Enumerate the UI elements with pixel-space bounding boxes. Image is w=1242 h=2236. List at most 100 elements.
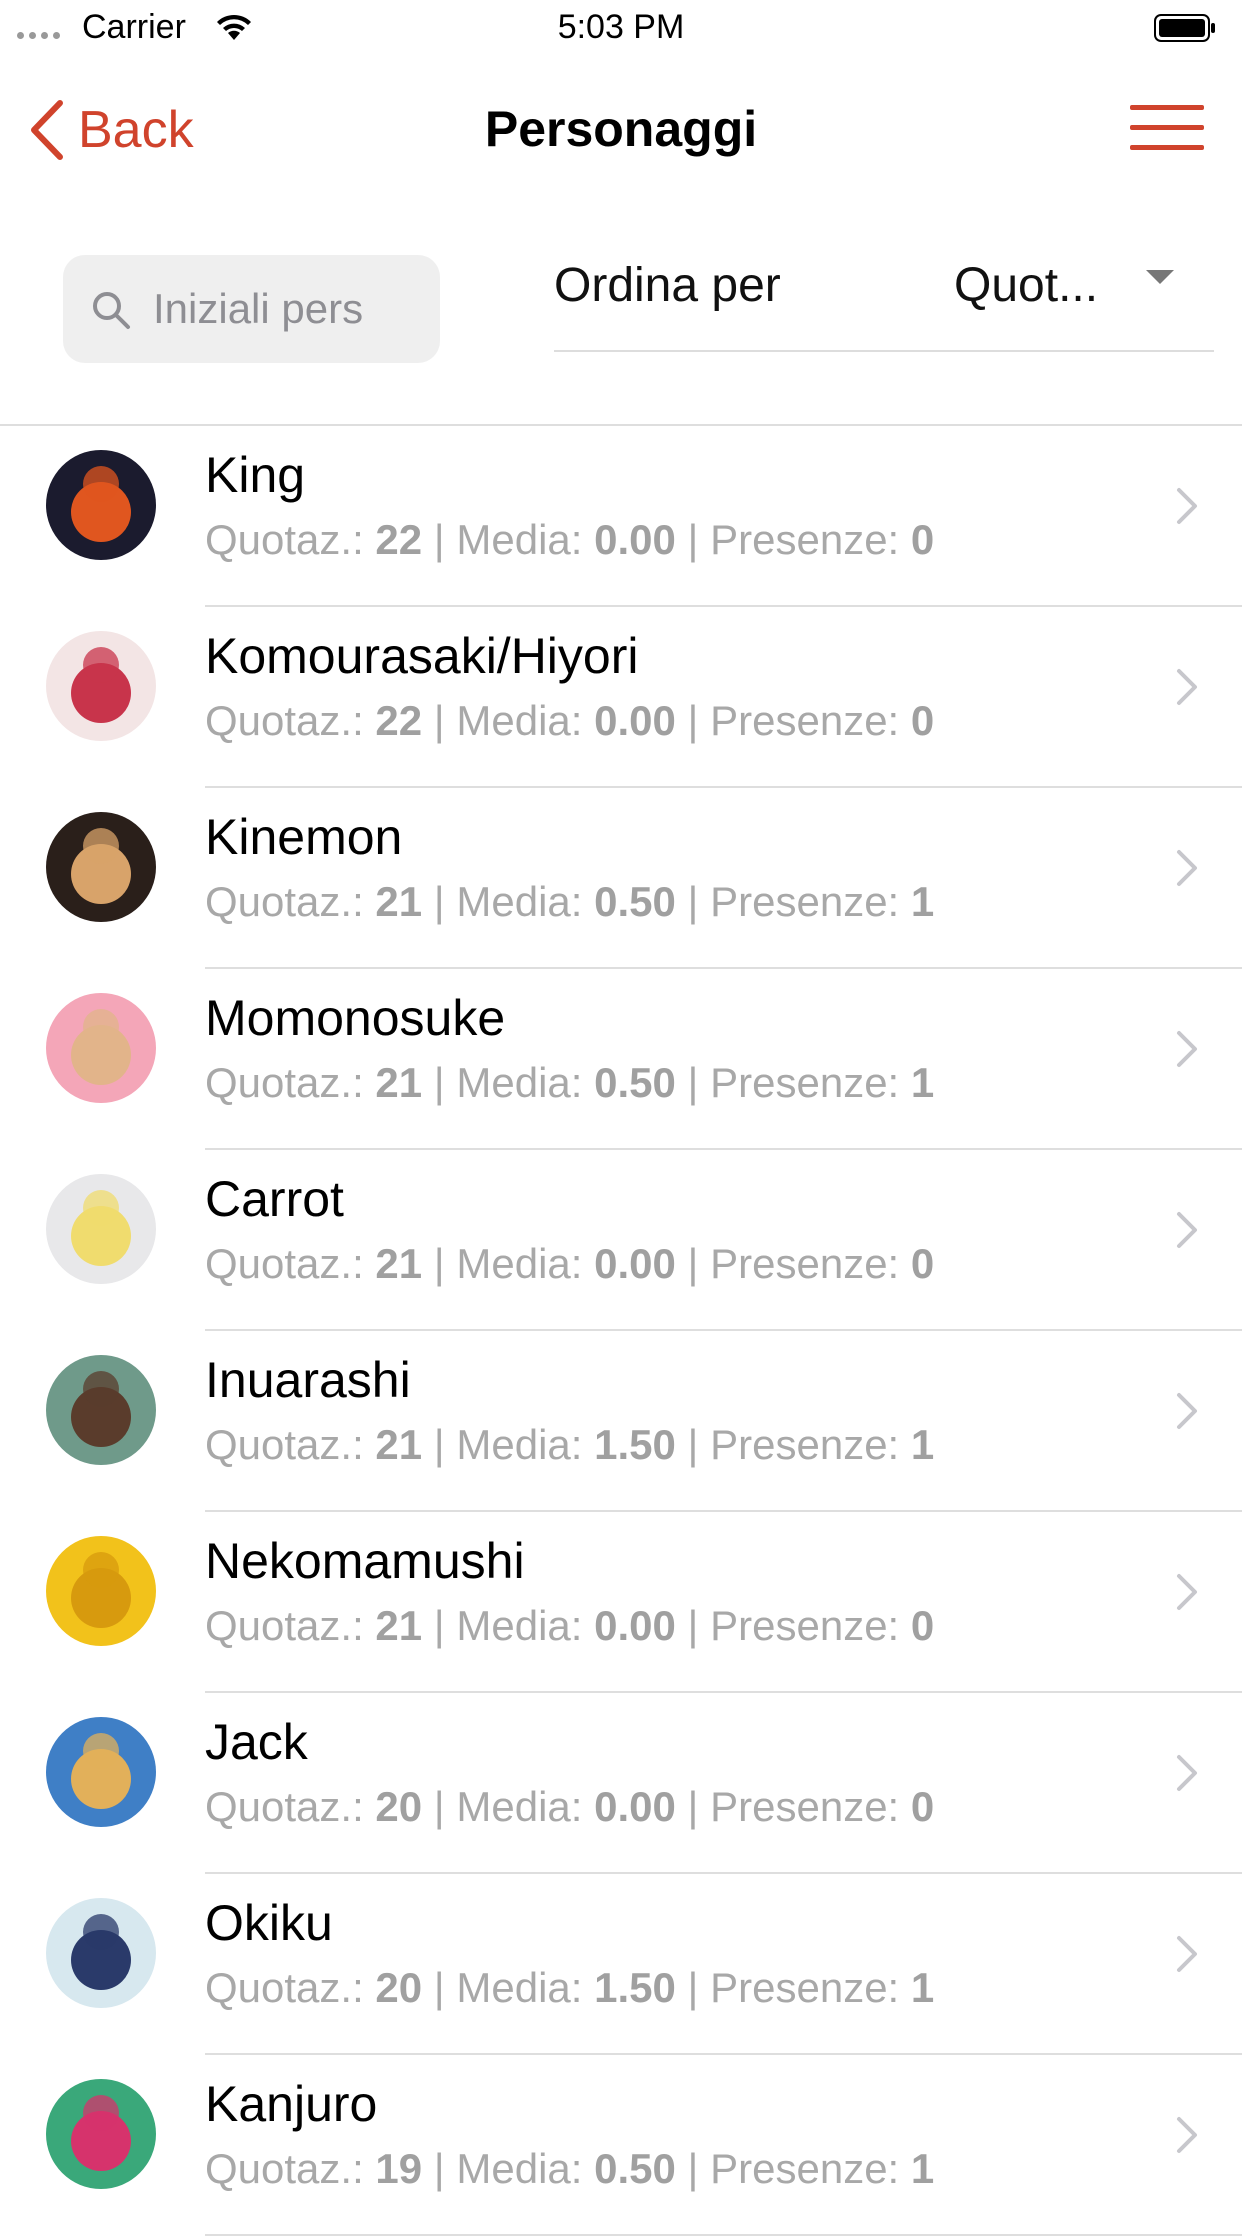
character-stats: Quotaz.: 22 | Media: 0.00 | Presenze: 0 [205,516,934,564]
media-label: | Media: [422,2145,595,2192]
media-value: 0.50 [594,2145,676,2192]
quotaz-label: Quotaz.: [205,1602,376,1649]
list-item[interactable]: Kinemon Quotaz.: 21 | Media: 0.50 | Pres… [0,788,1242,969]
media-label: | Media: [422,1240,595,1287]
quotaz-value: 21 [375,1240,423,1287]
list-item[interactable]: Inuarashi Quotaz.: 21 | Media: 1.50 | Pr… [0,1331,1242,1512]
menu-icon[interactable] [1130,105,1204,161]
presenze-value: 0 [910,697,935,744]
chevron-right-icon [1177,1031,1197,1067]
presenze-value: 0 [910,1602,935,1649]
presenze-label: | Presenze: [675,1059,911,1106]
list-item[interactable]: Komourasaki/Hiyori Quotaz.: 22 | Media: … [0,607,1242,788]
character-name: Komourasaki/Hiyori [205,628,639,684]
quotaz-label: Quotaz.: [205,697,376,744]
presenze-value: 1 [910,1059,935,1106]
character-list: King Quotaz.: 22 | Media: 0.00 | Presenz… [0,426,1242,2236]
character-name: Kinemon [205,809,403,865]
quotaz-value: 21 [375,1059,423,1106]
chevron-right-icon [1177,1936,1197,1972]
quotaz-label: Quotaz.: [205,1421,376,1468]
media-value: 0.00 [594,697,676,744]
quotaz-label: Quotaz.: [205,516,376,563]
chevron-right-icon [1177,1212,1197,1248]
presenze-label: | Presenze: [675,1964,911,2011]
list-item[interactable]: Okiku Quotaz.: 20 | Media: 1.50 | Presen… [0,1874,1242,2055]
quotaz-label: Quotaz.: [205,1964,376,2011]
media-value: 1.50 [594,1421,676,1468]
quotaz-value: 21 [375,878,423,925]
media-label: | Media: [422,1059,595,1106]
quotaz-label: Quotaz.: [205,1059,376,1106]
avatar [46,450,156,560]
chevron-right-icon [1177,850,1197,886]
list-item[interactable]: Nekomamushi Quotaz.: 21 | Media: 0.00 | … [0,1512,1242,1693]
quotaz-label: Quotaz.: [205,1240,376,1287]
quotaz-value: 21 [375,1421,423,1468]
presenze-label: | Presenze: [675,516,911,563]
page-title: Personaggi [484,101,758,157]
chevron-right-icon [1177,1755,1197,1791]
character-stats: Quotaz.: 21 | Media: 0.50 | Presenze: 1 [205,1059,934,1107]
list-item[interactable]: Kanjuro Quotaz.: 19 | Media: 0.50 | Pres… [0,2055,1242,2236]
media-value: 0.50 [594,878,676,925]
chevron-right-icon [1177,488,1197,524]
sort-dropdown[interactable]: Ordina per Quot... [554,240,1214,352]
character-stats: Quotaz.: 22 | Media: 0.00 | Presenze: 0 [205,697,934,745]
avatar [46,1717,156,1827]
presenze-label: | Presenze: [675,1602,911,1649]
presenze-value: 0 [910,1783,935,1830]
media-value: 0.00 [594,1240,676,1287]
avatar [46,631,156,741]
media-label: | Media: [422,697,595,744]
presenze-value: 1 [910,2145,935,2192]
character-stats: Quotaz.: 20 | Media: 1.50 | Presenze: 1 [205,1964,934,2012]
dropdown-arrow-icon [1146,270,1174,284]
media-label: | Media: [422,1964,595,2011]
presenze-label: | Presenze: [675,1783,911,1830]
avatar [46,993,156,1103]
chevron-right-icon [1177,2117,1197,2153]
sort-label: Ordina per [554,259,781,312]
avatar [46,2079,156,2189]
quotaz-value: 20 [375,1783,423,1830]
chevron-right-icon [1177,669,1197,705]
presenze-value: 1 [910,1421,935,1468]
character-stats: Quotaz.: 21 | Media: 0.00 | Presenze: 0 [205,1602,934,1650]
quotaz-label: Quotaz.: [205,2145,376,2192]
character-stats: Quotaz.: 20 | Media: 0.00 | Presenze: 0 [205,1783,934,1831]
search-field[interactable] [63,255,440,363]
list-item[interactable]: Carrot Quotaz.: 21 | Media: 0.00 | Prese… [0,1150,1242,1331]
quotaz-label: Quotaz.: [205,878,376,925]
search-input[interactable] [153,279,423,339]
quotaz-value: 19 [375,2145,423,2192]
presenze-value: 0 [910,1240,935,1287]
list-item[interactable]: Jack Quotaz.: 20 | Media: 0.00 | Presenz… [0,1693,1242,1874]
search-icon [93,292,130,329]
character-name: Nekomamushi [205,1533,525,1589]
avatar [46,1536,156,1646]
character-stats: Quotaz.: 19 | Media: 0.50 | Presenze: 1 [205,2145,934,2193]
character-stats: Quotaz.: 21 | Media: 1.50 | Presenze: 1 [205,1421,934,1469]
list-item[interactable]: Momonosuke Quotaz.: 21 | Media: 0.50 | P… [0,969,1242,1150]
quotaz-value: 20 [375,1964,423,2011]
chevron-right-icon [1177,1574,1197,1610]
character-stats: Quotaz.: 21 | Media: 0.00 | Presenze: 0 [205,1240,934,1288]
navigation-bar: Back Personaggi [0,80,1242,175]
character-name: King [205,447,306,503]
presenze-value: 1 [910,878,935,925]
quotaz-label: Quotaz.: [205,1783,376,1830]
character-name: Inuarashi [205,1352,411,1408]
media-label: | Media: [422,1602,595,1649]
chevron-right-icon [1177,1393,1197,1429]
presenze-label: | Presenze: [675,1240,911,1287]
presenze-label: | Presenze: [675,697,911,744]
presenze-label: | Presenze: [675,1421,911,1468]
battery-icon [1154,14,1215,42]
list-item[interactable]: King Quotaz.: 22 | Media: 0.00 | Presenz… [0,426,1242,607]
media-value: 1.50 [594,1964,676,2011]
media-label: | Media: [422,1421,595,1468]
character-name: Momonosuke [205,990,506,1046]
media-label: | Media: [422,1783,595,1830]
avatar [46,1355,156,1465]
